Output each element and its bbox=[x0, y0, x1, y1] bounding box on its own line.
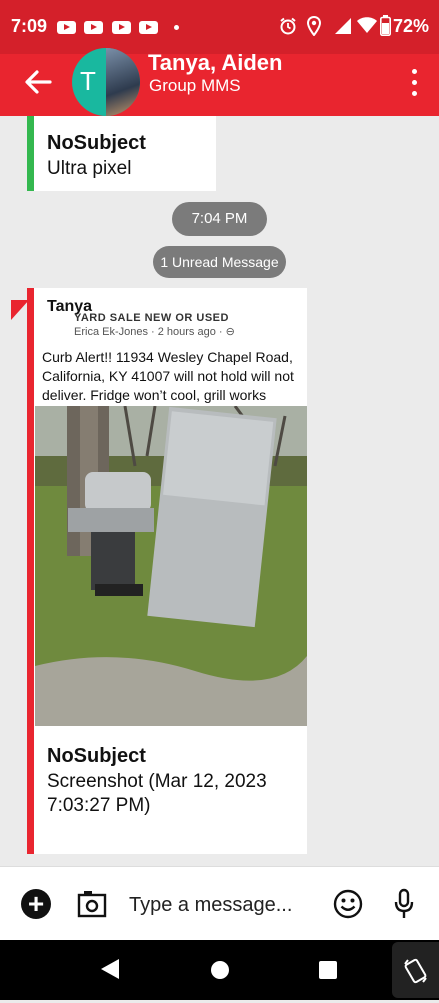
rotate-icon bbox=[404, 958, 427, 984]
message-subject: NoSubject bbox=[47, 132, 146, 154]
status-time: 7:09 bbox=[11, 16, 48, 36]
alarm-icon bbox=[280, 17, 296, 35]
attachment-author: Erica Ek-Jones · 2 hours ago · ⊖ bbox=[74, 326, 235, 338]
message-input[interactable] bbox=[129, 888, 319, 922]
overflow-menu-icon[interactable] bbox=[412, 69, 418, 99]
avatar[interactable]: T bbox=[72, 48, 140, 116]
wifi-icon bbox=[357, 17, 377, 33]
location-icon bbox=[307, 16, 321, 36]
add-attachment-button[interactable]: + bbox=[21, 889, 51, 919]
dot-icon bbox=[174, 25, 179, 30]
message-body: 7:03:27 PM) bbox=[47, 795, 151, 816]
signal-icon bbox=[335, 18, 351, 34]
attachment-text: Curb Alert!! 11934 Wesley Chapel Road, C… bbox=[42, 349, 294, 403]
grill-fridge-photo bbox=[35, 406, 307, 726]
youtube-icon bbox=[84, 21, 103, 34]
back-arrow-icon[interactable] bbox=[22, 66, 54, 98]
message-bubble[interactable]: NoSubject Ultra pixel bbox=[27, 116, 216, 191]
conversation-subtitle: Group MMS bbox=[149, 76, 241, 95]
time-divider: 7:04 PM bbox=[172, 202, 267, 236]
message-subject: NoSubject bbox=[47, 745, 146, 767]
camera-icon[interactable] bbox=[77, 889, 107, 919]
message-body: Ultra pixel bbox=[47, 158, 132, 179]
battery-percent: 72% bbox=[393, 16, 430, 36]
rotate-screen-button[interactable] bbox=[392, 942, 439, 998]
youtube-icon bbox=[112, 21, 131, 34]
avatar-letter: T bbox=[80, 66, 96, 96]
nav-recents-icon[interactable] bbox=[319, 961, 337, 979]
battery-icon bbox=[380, 15, 391, 36]
attachment-heading: YARD SALE NEW OR USED bbox=[74, 312, 229, 324]
status-bar: 7:09 72% bbox=[0, 0, 439, 54]
avatar-photo bbox=[106, 48, 140, 116]
conversation-title[interactable]: Tanya, Aiden bbox=[148, 50, 282, 76]
microphone-icon[interactable] bbox=[394, 888, 414, 920]
message-body: Screenshot (Mar 12, 2023 bbox=[47, 771, 267, 792]
youtube-icon bbox=[139, 21, 158, 34]
unread-divider: 1 Unread Message bbox=[153, 246, 286, 278]
emoji-icon[interactable] bbox=[333, 889, 363, 919]
attachment-image[interactable] bbox=[35, 406, 307, 726]
nav-back-icon[interactable] bbox=[101, 959, 119, 979]
youtube-icon bbox=[57, 21, 76, 34]
nav-home-icon[interactable] bbox=[211, 961, 229, 979]
